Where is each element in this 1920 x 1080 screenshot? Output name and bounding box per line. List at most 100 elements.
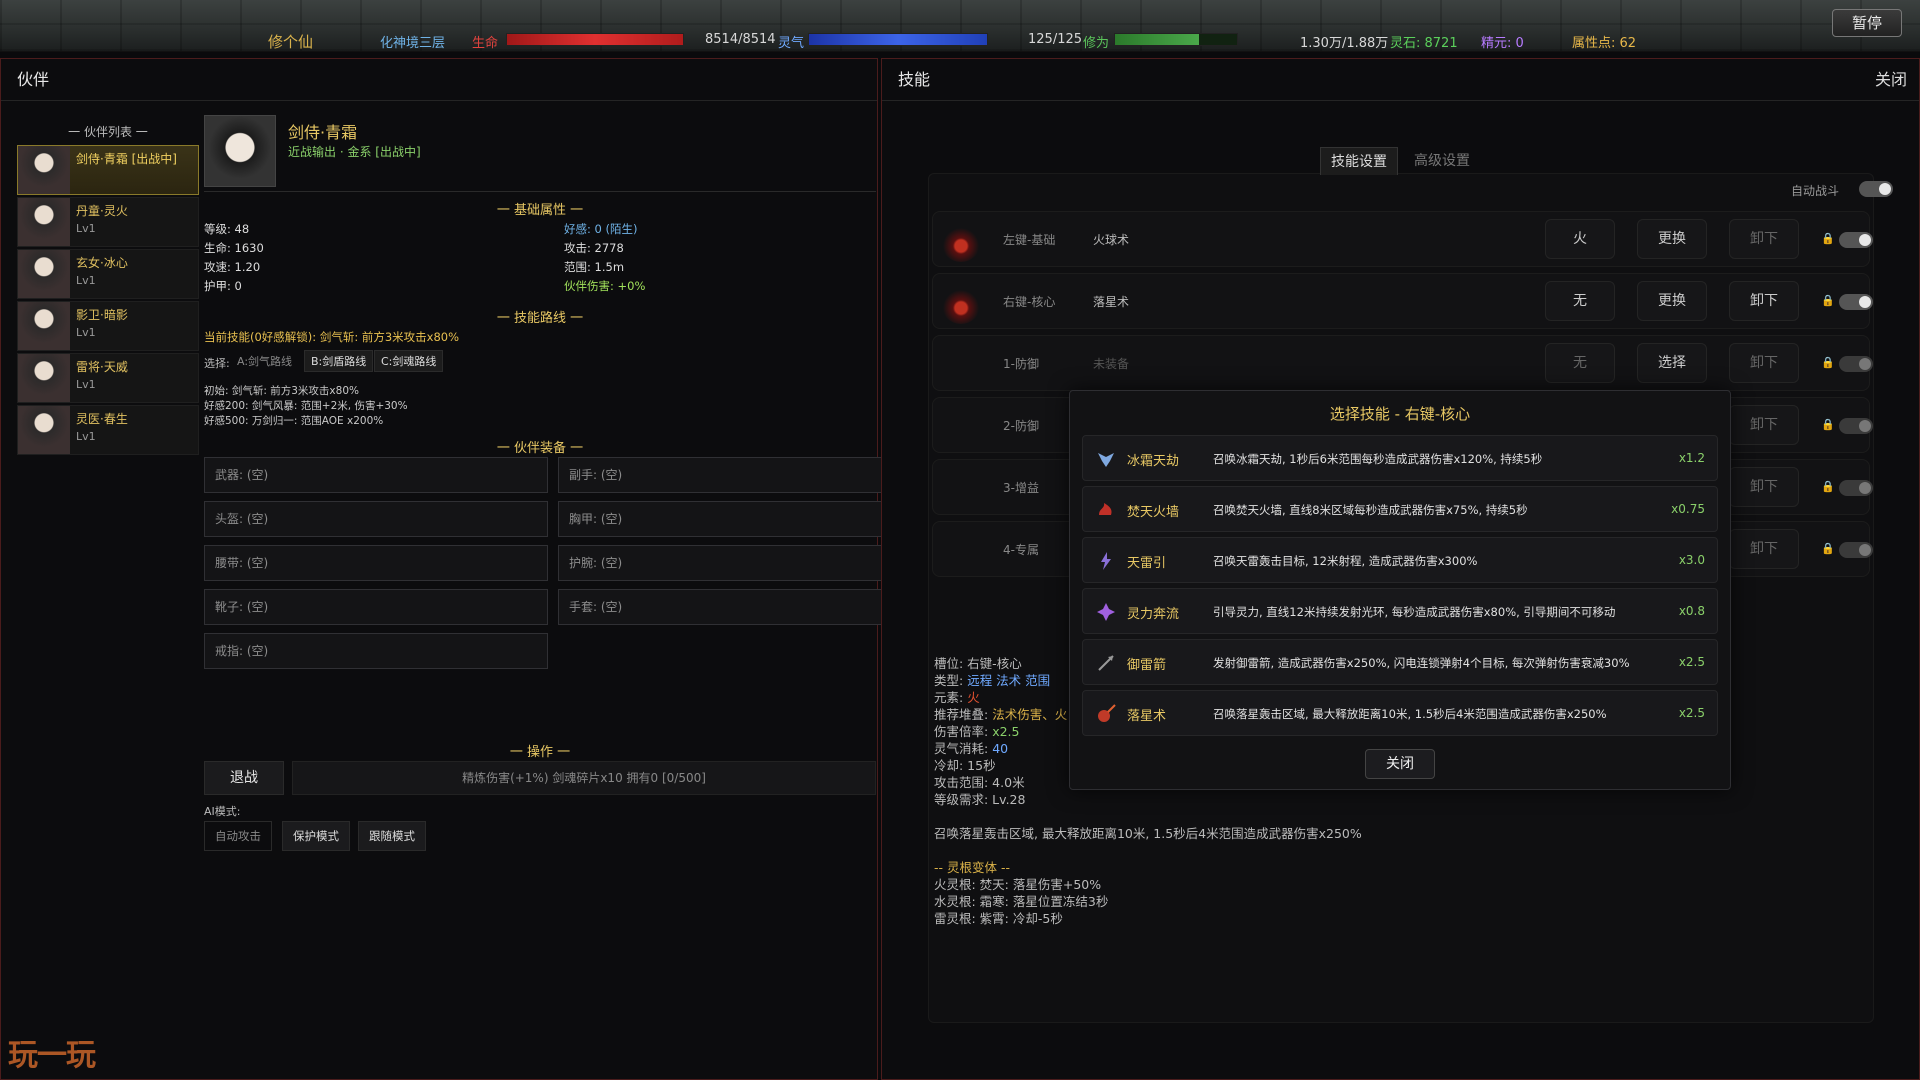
- equip-slot-bracer[interactable]: 护腕: (空): [558, 545, 902, 581]
- info-multiplier-label: 伤害倍率:: [934, 724, 989, 739]
- info-level-req: 等级需求: Lv.28: [934, 792, 1026, 807]
- info-element-value: 火: [967, 690, 980, 705]
- stat-partner-damage: 伙伴伤害: +0%: [564, 279, 646, 293]
- skill-option[interactable]: 天雷引 召唤天雷轰击目标, 12米射程, 造成武器伤害x300% x3.0: [1082, 537, 1718, 583]
- thunder-icon: [1101, 552, 1111, 570]
- stat-attack-speed: 攻速: 1.20: [204, 260, 261, 274]
- lock-icon: 🔒: [1821, 480, 1835, 493]
- info-multiplier-value: x2.5: [992, 724, 1020, 739]
- partner-level: Lv1: [76, 222, 96, 235]
- ai-follow-button[interactable]: 跟随模式: [358, 821, 426, 851]
- equip-slot-helmet[interactable]: 头盔: (空): [204, 501, 548, 537]
- lock-icon: 🔒: [1821, 418, 1835, 431]
- slot-key: 右键-核心: [1003, 295, 1056, 309]
- skill-option-multiplier: x3.0: [1678, 553, 1705, 567]
- skill-option-desc: 召唤冰霜天劫, 1秒后6米范围每秒造成武器伤害x120%, 持续5秒: [1213, 452, 1543, 466]
- auto-battle-toggle[interactable]: [1859, 181, 1893, 197]
- unequip-button[interactable]: 卸下: [1729, 343, 1799, 383]
- hp-bar-fill: [507, 34, 683, 45]
- tab-skill-settings[interactable]: 技能设置: [1320, 147, 1398, 175]
- modal-close-button[interactable]: 关闭: [1365, 749, 1435, 779]
- slot-toggle[interactable]: [1839, 356, 1873, 372]
- ai-protect-button[interactable]: 保护模式: [282, 821, 350, 851]
- skill-option-desc: 召唤落星轰击区域, 最大释放距离10米, 1.5秒后4米范围造成武器伤害x250…: [1213, 707, 1607, 721]
- slot-skill-name: 火球术: [1093, 233, 1130, 247]
- skill-panel-title: 技能: [882, 59, 1919, 101]
- partner-detail-name: 剑侍·青霜: [288, 123, 358, 142]
- equip-slot-weapon[interactable]: 武器: (空): [204, 457, 548, 493]
- skill-option[interactable]: 落星术 召唤落星轰击区域, 最大释放距离10米, 1.5秒后4米范围造成武器伤害…: [1082, 690, 1718, 736]
- route-note: 好感500: 万剑归一: 范围AOE x200%: [204, 415, 384, 427]
- route-a-button[interactable]: A:剑气路线: [230, 350, 299, 372]
- tab-advanced-settings[interactable]: 高级设置: [1404, 147, 1480, 175]
- slot-key: 1-防御: [1003, 357, 1039, 371]
- partner-item[interactable]: 雷将·天威 Lv1: [17, 353, 199, 403]
- retire-button[interactable]: 退战: [204, 761, 284, 795]
- skill-option[interactable]: 御雷箭 发射御雷箭, 造成武器伤害x250%, 闪电连锁弹射4个目标, 每次弹射…: [1082, 639, 1718, 685]
- ai-auto-attack-button[interactable]: 自动攻击: [204, 821, 272, 851]
- partner-item[interactable]: 丹童·灵火 Lv1: [17, 197, 199, 247]
- unequip-button[interactable]: 卸下: [1729, 281, 1799, 321]
- hp-value: 8514/8514: [705, 32, 776, 47]
- skill-option[interactable]: 冰霜天劫 召唤冰霜天劫, 1秒后6米范围每秒造成武器伤害x120%, 持续5秒 …: [1082, 435, 1718, 481]
- skill-option[interactable]: 灵力奔流 引导灵力, 直线12米持续发射光环, 每秒造成武器伤害x80%, 引导…: [1082, 588, 1718, 634]
- slot-toggle[interactable]: [1839, 480, 1873, 496]
- equip-slot-ring[interactable]: 戒指: (空): [204, 633, 548, 669]
- slot-toggle[interactable]: [1839, 418, 1873, 434]
- slot-skill-name: 落星术: [1093, 295, 1130, 309]
- replace-button[interactable]: 更换: [1637, 219, 1707, 259]
- partner-item[interactable]: 玄女·冰心 Lv1: [17, 249, 199, 299]
- stat-armor: 护甲: 0: [204, 279, 242, 293]
- cultivation-value: 1.30万/1.88万: [1300, 36, 1389, 51]
- slot-element: 火: [1545, 219, 1615, 259]
- equip-slot-chest[interactable]: 胸甲: (空): [558, 501, 902, 537]
- unequip-button[interactable]: 卸下: [1729, 529, 1799, 569]
- unequip-button[interactable]: 卸下: [1729, 467, 1799, 507]
- partner-level: Lv1: [76, 274, 96, 287]
- equip-slot-belt[interactable]: 腰带: (空): [204, 545, 548, 581]
- refine-button[interactable]: 精炼伤害(+1%) 剑魂碎片x10 拥有0 [0/500]: [292, 761, 876, 795]
- partner-level: Lv1: [76, 430, 96, 443]
- status-bar: 修个仙 化神境三层 生命 8514/8514 灵气 125/125 修为 1.3…: [0, 0, 1920, 52]
- realm-label: 化神境三层: [380, 36, 446, 51]
- fire-wall-icon: [1099, 503, 1112, 515]
- stat-attack: 攻击: 2778: [564, 241, 624, 255]
- ai-mode-label: AI模式:: [204, 805, 241, 818]
- select-button[interactable]: 选择: [1637, 343, 1707, 383]
- partner-name: 丹童·灵火: [76, 204, 128, 218]
- unequip-button[interactable]: 卸下: [1729, 219, 1799, 259]
- slot-toggle[interactable]: [1839, 232, 1873, 248]
- skill-option[interactable]: 焚天火墙 召唤焚天火墙, 直线8米区域每秒造成武器伤害x75%, 持续5秒 x0…: [1082, 486, 1718, 532]
- mp-bar: [808, 33, 988, 46]
- equip-slot-boots[interactable]: 靴子: (空): [204, 589, 548, 625]
- partner-name: 剑侍·青霜 [出战中]: [76, 152, 177, 166]
- partner-item[interactable]: 剑侍·青霜 [出战中]: [17, 145, 199, 195]
- slot-toggle[interactable]: [1839, 542, 1873, 558]
- skill-option-name: 御雷箭: [1127, 658, 1167, 673]
- slot-element: 无: [1545, 281, 1615, 321]
- slot-toggle[interactable]: [1839, 294, 1873, 310]
- unequip-button[interactable]: 卸下: [1729, 405, 1799, 445]
- route-select-label: 选择:: [204, 357, 230, 370]
- skill-option-name: 落星术: [1127, 709, 1167, 724]
- skill-option-name: 冰霜天劫: [1127, 454, 1180, 469]
- equip-slot-offhand[interactable]: 副手: (空): [558, 457, 902, 493]
- info-cost-label: 灵气消耗:: [934, 741, 989, 756]
- spirit-flow-icon: [1097, 603, 1115, 621]
- replace-button[interactable]: 更换: [1637, 281, 1707, 321]
- route-c-button[interactable]: C:剑魂路线: [374, 350, 444, 372]
- partner-item[interactable]: 灵医·春生 Lv1: [17, 405, 199, 455]
- info-type-value: 远程 法术 范围: [967, 673, 1051, 688]
- route-b-button[interactable]: B:剑盾路线: [304, 350, 374, 372]
- equip-slot-gloves[interactable]: 手套: (空): [558, 589, 902, 625]
- stat-affinity: 好感: 0 (陌生): [564, 222, 638, 236]
- slot-key: 左键-基础: [1003, 233, 1056, 247]
- avatar: [18, 354, 70, 402]
- stat-range: 范围: 1.5m: [564, 260, 625, 274]
- game-title: 修个仙: [268, 33, 314, 51]
- partner-item[interactable]: 影卫·暗影 Lv1: [17, 301, 199, 351]
- pause-button[interactable]: 暂停: [1832, 9, 1902, 37]
- close-button[interactable]: 关闭: [1875, 59, 1907, 101]
- modal-title: 选择技能 - 右键-核心: [1329, 405, 1471, 423]
- meteor-icon: [941, 284, 981, 324]
